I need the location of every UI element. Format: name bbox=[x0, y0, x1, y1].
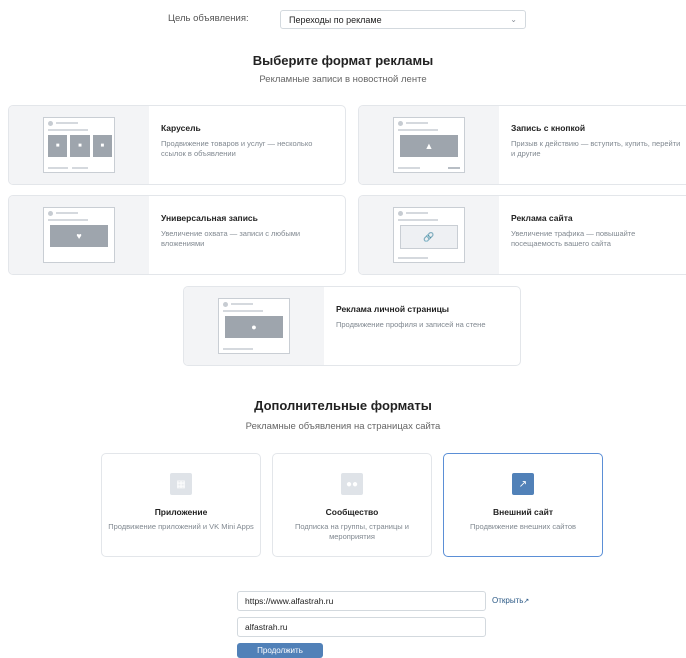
format-card-title: Реклама личной страницы bbox=[336, 304, 450, 314]
additional-card-title: Сообщество bbox=[325, 507, 379, 517]
external-arrow-icon: ↗ bbox=[523, 598, 530, 605]
flame-icon: ▲ bbox=[400, 135, 458, 157]
format-card-title: Запись с кнопкой bbox=[511, 123, 586, 133]
format-card-button-post[interactable]: ▲ Запись с кнопкой Призыв к действию — в… bbox=[358, 105, 686, 185]
format-card-carousel[interactable]: ■ ■ ■ Карусель Продвижение товаров и услуг… bbox=[8, 105, 346, 185]
heart-icon: ♥ bbox=[50, 225, 108, 247]
continue-button[interactable]: Продолжить bbox=[237, 643, 323, 658]
open-link-label: Открыть bbox=[492, 596, 524, 605]
domain-input[interactable]: alfastrah.ru bbox=[237, 617, 486, 637]
format-card-title: Реклама сайта bbox=[511, 213, 573, 223]
link-icon: 🔗 bbox=[400, 225, 458, 249]
additional-card-desc: Продвижение внешних сайтов bbox=[470, 522, 576, 531]
carousel-preview: ■ ■ ■ bbox=[43, 117, 115, 173]
community-icon: ●● bbox=[341, 473, 363, 495]
personal-page-preview: ● bbox=[218, 298, 290, 354]
external-link-icon: ↗ bbox=[512, 473, 534, 495]
format-card-site-ad[interactable]: 🔗 Реклама сайта Увеличение трафика — пов… bbox=[358, 195, 686, 275]
additional-subtitle: Рекламные объявления на страницах сайта bbox=[245, 421, 441, 432]
format-card-desc: Увеличение трафика — повышайте посещаемо… bbox=[511, 229, 636, 248]
universal-post-preview: ♥ bbox=[43, 207, 115, 263]
goal-select[interactable]: Переходы по рекламе ⌄ bbox=[280, 10, 526, 29]
format-card-title: Универсальная запись bbox=[161, 213, 258, 223]
format-card-desc: Продвижение товаров и услуг — несколько … bbox=[161, 139, 313, 158]
format-card-universal[interactable]: ♥ Универсальная запись Увеличение охвата… bbox=[8, 195, 346, 275]
formats-subtitle: Рекламные записи в новостной ленте bbox=[259, 74, 427, 85]
chevron-down-icon: ⌄ bbox=[510, 15, 517, 24]
additional-card-external-site[interactable]: ↗ Внешний сайт Продвижение внешних сайто… bbox=[443, 453, 603, 557]
format-card-title: Карусель bbox=[161, 123, 201, 133]
additional-card-app[interactable]: ▦ Приложение Продвижение приложений и VK… bbox=[101, 453, 261, 557]
open-link[interactable]: Открыть↗ bbox=[492, 596, 529, 605]
additional-card-desc: Подписка на группы, страницы и мероприят… bbox=[295, 522, 409, 541]
format-card-personal-page[interactable]: ● Реклама личной страницы Продвижение пр… bbox=[183, 286, 521, 366]
format-card-desc: Продвижение профиля и записей на стене bbox=[336, 320, 486, 329]
additional-card-community[interactable]: ●● Сообщество Подписка на группы, страни… bbox=[272, 453, 432, 557]
additional-title: Дополнительные форматы bbox=[254, 398, 432, 413]
additional-card-title: Приложение bbox=[154, 507, 208, 517]
url-input[interactable]: https://www.alfastrah.ru bbox=[237, 591, 486, 611]
formats-title: Выберите формат рекламы bbox=[252, 53, 434, 68]
domain-input-value: alfastrah.ru bbox=[245, 622, 288, 632]
additional-card-title: Внешний сайт bbox=[493, 507, 553, 517]
goal-label: Цель объявления: bbox=[168, 13, 249, 24]
user-icon: ● bbox=[225, 316, 283, 338]
goal-select-value: Переходы по рекламе bbox=[289, 14, 382, 25]
site-ad-preview: 🔗 bbox=[393, 207, 465, 263]
url-input-value: https://www.alfastrah.ru bbox=[245, 596, 334, 606]
additional-card-desc: Продвижение приложений и VK Mini Apps bbox=[108, 522, 254, 531]
button-post-preview: ▲ bbox=[393, 117, 465, 173]
format-card-desc: Призыв к действию — вступить, купить, пе… bbox=[511, 139, 681, 158]
gamepad-icon: ▦ bbox=[170, 473, 192, 495]
format-card-desc: Увеличение охвата — записи с любыми влож… bbox=[161, 229, 301, 248]
